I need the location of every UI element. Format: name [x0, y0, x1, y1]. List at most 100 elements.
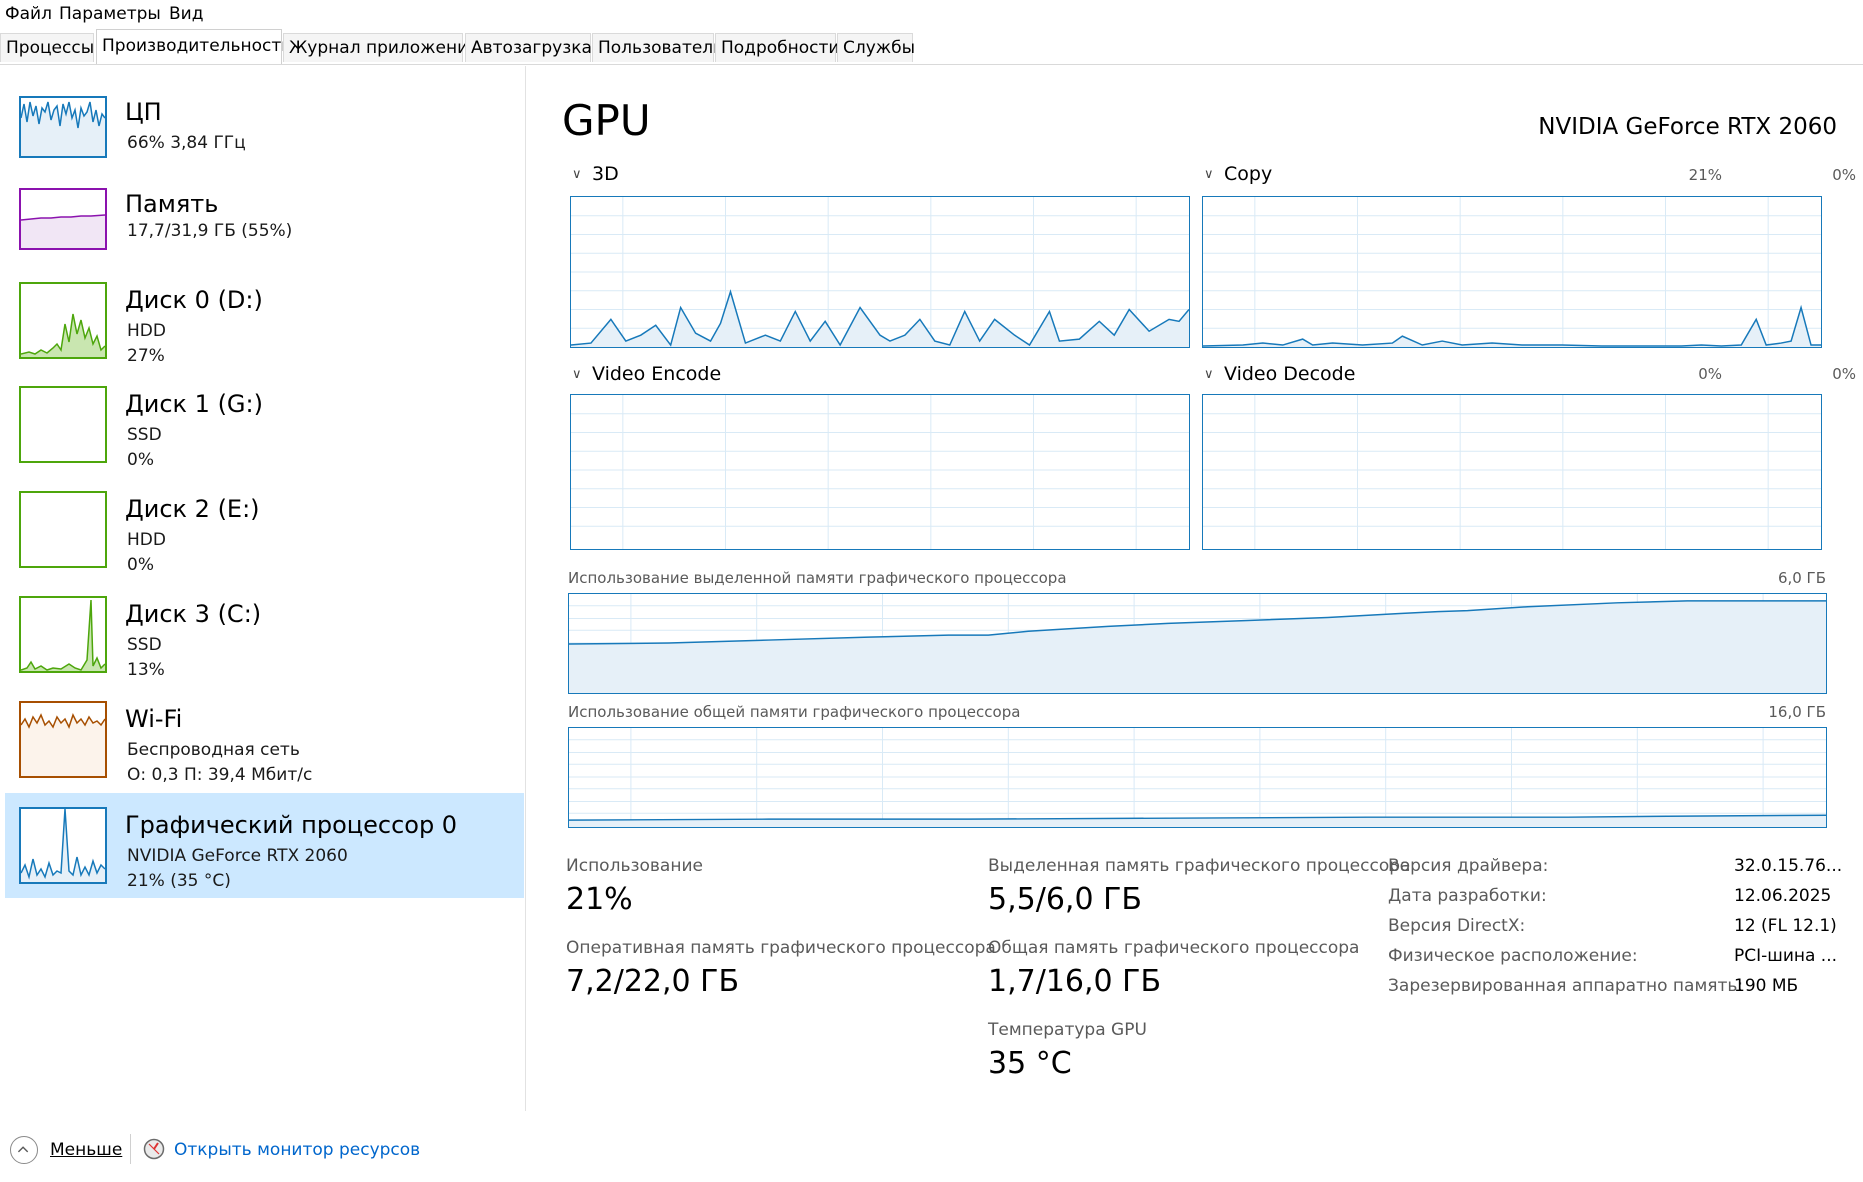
dedicated-memory-max: 6,0 ГБ	[1777, 569, 1826, 587]
info-value: 12 (FL 12.1)	[1734, 916, 1837, 936]
tab-performance[interactable]: Производительность	[96, 29, 291, 64]
info-key: Физическое расположение:	[1388, 946, 1638, 966]
dedicated-memory-graph	[568, 593, 1827, 694]
resource-monitor-icon	[143, 1138, 165, 1160]
resource-sidebar: ЦП 66% 3,84 ГГц Память 17,7/31,9 ГБ (55%…	[0, 66, 526, 1111]
info-key: Дата разработки:	[1388, 886, 1547, 906]
engine-graph-video-encode	[570, 394, 1190, 550]
sidebar-item-disk1[interactable]: Диск 1 (G:) SSD 0%	[5, 376, 524, 476]
sidebar-item-title: Диск 0 (D:)	[125, 286, 263, 314]
engine-percent: 0%	[1832, 365, 1856, 383]
sidebar-item-title: Диск 1 (G:)	[125, 390, 263, 418]
engine-percent: 0%	[1698, 365, 1722, 383]
engine-selector-3d[interactable]: ∨ 3D	[572, 163, 619, 185]
cpu-graph-icon	[19, 96, 107, 158]
sidebar-item-usage: 21% (35 °C)	[127, 871, 231, 891]
disk-graph-icon	[19, 386, 107, 463]
sidebar-item-gpu0[interactable]: Графический процессор 0 NVIDIA GeForce R…	[5, 793, 524, 898]
dedicated-memory-caption: Использование выделенной памяти графичес…	[568, 569, 1067, 587]
footer-bar: Меньше Открыть монитор ресурсов	[0, 1130, 1863, 1182]
sidebar-item-title: ЦП	[125, 98, 162, 126]
chevron-down-icon: ∨	[1204, 367, 1214, 382]
gpu-detail-panel: GPU NVIDIA GeForce RTX 2060 ∨ 3D 21% ∨ Cop…	[526, 66, 1863, 1111]
gpu-temp-label: Температура GPU	[988, 1020, 1147, 1040]
collapse-chevron-up-icon[interactable]	[10, 1136, 38, 1164]
sidebar-item-type: SSD	[127, 635, 162, 655]
engine-label: Video Decode	[1224, 363, 1356, 385]
info-key: Версия DirectX:	[1388, 916, 1526, 936]
shared-memory-caption: Использование общей памяти графического …	[568, 703, 1021, 721]
tab-bar: Процессы Производительность Журнал прило…	[0, 29, 1863, 65]
engine-label: 3D	[592, 163, 619, 185]
engine-graph-video-decode	[1202, 394, 1822, 550]
sidebar-item-title: Диск 3 (C:)	[125, 600, 262, 628]
usage-label: Использование	[566, 856, 703, 876]
chevron-down-icon: ∨	[1204, 167, 1214, 182]
fewer-details-link[interactable]: Меньше	[50, 1140, 122, 1160]
disk-graph-icon	[19, 596, 107, 673]
sidebar-item-type: HDD	[127, 321, 166, 341]
sidebar-item-type: Беспроводная сеть	[127, 740, 300, 760]
sidebar-item-detail: 66% 3,84 ГГц	[127, 133, 246, 153]
usage-value: 21%	[566, 882, 633, 917]
network-graph-icon	[19, 701, 107, 778]
footer-divider	[130, 1134, 131, 1164]
sidebar-item-title: Графический процессор 0	[125, 811, 458, 839]
info-value: 32.0.15.76...	[1734, 856, 1843, 876]
disk-graph-icon	[19, 491, 107, 568]
chevron-down-icon: ∨	[572, 367, 582, 382]
sidebar-item-disk2[interactable]: Диск 2 (E:) HDD 0%	[5, 481, 524, 581]
engine-percent: 21%	[1688, 166, 1722, 184]
info-key: Версия драйвера:	[1388, 856, 1549, 876]
sidebar-item-type: SSD	[127, 425, 162, 445]
engine-graph-3d	[570, 196, 1190, 348]
sidebar-item-throughput: О: 0,3 П: 39,4 Мбит/с	[127, 765, 313, 785]
dedicated-memory-label: Выделенная память графического процессор…	[988, 856, 1411, 876]
tab-startup[interactable]: Автозагрузка	[465, 33, 592, 62]
page-title: GPU	[562, 96, 651, 145]
tab-details[interactable]: Подробности	[715, 33, 839, 62]
menu-view[interactable]: Вид	[169, 4, 203, 24]
sidebar-item-memory[interactable]: Память 17,7/31,9 ГБ (55%)	[5, 184, 524, 274]
menu-bar: Файл Параметры Вид	[0, 0, 1863, 28]
sidebar-item-title: Диск 2 (E:)	[125, 495, 260, 523]
sidebar-item-usage: 27%	[127, 346, 165, 366]
sidebar-item-title: Память	[125, 190, 219, 218]
menu-file[interactable]: Файл	[5, 4, 52, 24]
shared-memory-max: 16,0 ГБ	[1768, 703, 1826, 721]
sidebar-item-disk3[interactable]: Диск 3 (C:) SSD 13%	[5, 586, 524, 686]
gpu-model-name: NVIDIA GeForce RTX 2060	[1538, 114, 1837, 140]
sidebar-item-type: HDD	[127, 530, 166, 550]
sidebar-item-usage: 0%	[127, 450, 154, 470]
open-resource-monitor-link[interactable]: Открыть монитор ресурсов	[174, 1140, 420, 1160]
sidebar-item-usage: 13%	[127, 660, 165, 680]
sidebar-item-wifi[interactable]: Wi-Fi Беспроводная сеть О: 0,3 П: 39,4 М…	[5, 691, 524, 791]
engine-selector-copy[interactable]: ∨ Copy	[1204, 163, 1272, 185]
shared-memory-value: 1,7/16,0 ГБ	[988, 964, 1162, 999]
sidebar-item-cpu[interactable]: ЦП 66% 3,84 ГГц	[5, 92, 524, 182]
engine-label: Video Encode	[592, 363, 722, 385]
sidebar-item-detail: 17,7/31,9 ГБ (55%)	[127, 221, 293, 241]
sidebar-item-model: NVIDIA GeForce RTX 2060	[127, 846, 348, 866]
dedicated-memory-value: 5,5/6,0 ГБ	[988, 882, 1142, 917]
sidebar-item-usage: 0%	[127, 555, 154, 575]
engine-percent: 0%	[1832, 166, 1856, 184]
tab-processes[interactable]: Процессы	[0, 33, 94, 62]
shared-memory-graph	[568, 727, 1827, 828]
gpu-graph-icon	[19, 807, 107, 884]
tab-services[interactable]: Службы	[837, 33, 915, 62]
engine-selector-video-decode[interactable]: ∨ Video Decode	[1204, 363, 1355, 385]
engine-graph-copy	[1202, 196, 1822, 348]
gpu-temp-value: 35 °C	[988, 1046, 1072, 1081]
memory-graph-icon	[19, 188, 107, 250]
info-key: Зарезервированная аппаратно память:	[1388, 976, 1744, 996]
gpu-ram-value: 7,2/22,0 ГБ	[566, 964, 740, 999]
sidebar-item-disk0[interactable]: Диск 0 (D:) HDD 27%	[5, 272, 524, 372]
tab-app-history[interactable]: Журнал приложений	[283, 33, 479, 62]
menu-params[interactable]: Параметры	[59, 4, 161, 24]
chevron-down-icon: ∨	[572, 167, 582, 182]
engine-selector-video-encode[interactable]: ∨ Video Encode	[572, 363, 721, 385]
tab-users[interactable]: Пользователи	[592, 33, 724, 62]
shared-memory-label: Общая память графического процессора	[988, 938, 1360, 958]
info-value: 12.06.2025	[1734, 886, 1832, 906]
